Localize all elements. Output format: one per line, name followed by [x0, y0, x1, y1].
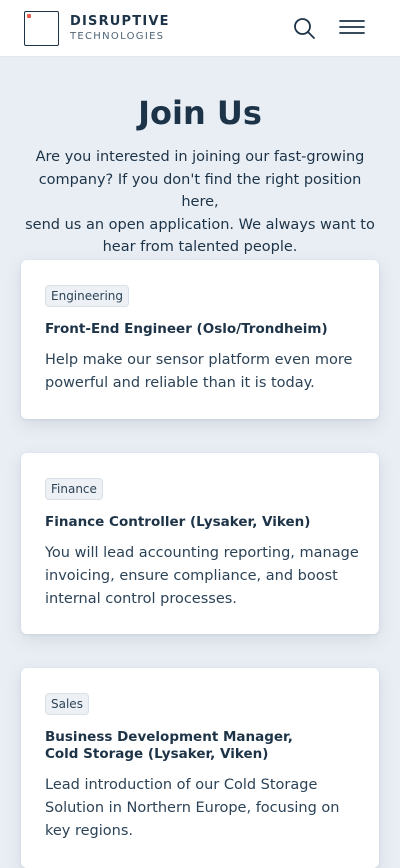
intro-line: Are you interested in joining our fast-g… — [35, 149, 365, 165]
intro-line: company? If you don't find the right pos… — [38, 171, 362, 211]
job-description: Help make our sensor platform even more … — [45, 349, 363, 395]
job-card-business-development-manager[interactable]: Sales Business Development Manager, Cold… — [21, 668, 379, 868]
job-description: You will lead accounting reporting, mana… — [45, 542, 363, 611]
brand-name[interactable]: DISRUPTIVE — [70, 14, 170, 29]
job-title-line: Front-End Engineer (Oslo/Trondheim) — [45, 321, 328, 337]
job-title-line: Cold Storage (Lysaker, Viken) — [45, 745, 269, 762]
brand-subtitle[interactable]: TECHNOLOGIES — [70, 31, 164, 42]
job-description-line: Lead introduction of our Cold Storage — [45, 777, 318, 793]
job-description-line: Help make our sensor platform even more — [45, 352, 353, 368]
job-title[interactable]: Finance Controller (Lysaker, Viken) — [45, 514, 310, 531]
job-title-line: Business Development Manager, — [45, 729, 293, 745]
page-title: Join Us — [138, 94, 262, 132]
job-description-line: powerful and reliable than it is today. — [45, 375, 315, 391]
job-description-line: key regions. — [45, 823, 134, 839]
job-title[interactable]: Business Development Manager, Cold Stora… — [45, 729, 293, 762]
intro-line: hear from talented people. — [102, 239, 298, 255]
job-description-line: You will lead accounting reporting, mana… — [45, 545, 359, 561]
department-tag: Sales — [45, 693, 89, 715]
intro-line: send us an open application. We always w… — [25, 216, 375, 233]
logo-mark[interactable] — [24, 11, 59, 46]
job-title-line: Finance Controller (Lysaker, Viken) — [45, 514, 311, 530]
job-description: Lead introduction of our Cold Storage So… — [45, 774, 363, 843]
hamburger-menu-icon — [339, 20, 365, 34]
site-header: DISRUPTIVE TECHNOLOGIES — [0, 0, 400, 57]
menu-button[interactable] — [337, 14, 367, 44]
job-description-line: invoicing, ensure compliance, and boost — [45, 568, 338, 584]
job-description-line: internal control processes. — [45, 591, 237, 607]
logo-accent-dot — [27, 14, 31, 18]
intro-text: Are you interested in joining our fast-g… — [20, 146, 380, 259]
department-tag: Finance — [45, 478, 103, 500]
job-card-finance-controller[interactable]: Finance Finance Controller (Lysaker, Vik… — [21, 453, 379, 634]
job-card-front-end-engineer[interactable]: Engineering Front-End Engineer (Oslo/Tro… — [21, 260, 379, 419]
search-icon — [294, 18, 315, 39]
department-tag: Engineering — [45, 285, 129, 307]
job-description-line: Solution in Northern Europe, focusing on — [45, 800, 340, 816]
search-button[interactable] — [290, 14, 320, 44]
job-title[interactable]: Front-End Engineer (Oslo/Trondheim) — [45, 321, 328, 338]
